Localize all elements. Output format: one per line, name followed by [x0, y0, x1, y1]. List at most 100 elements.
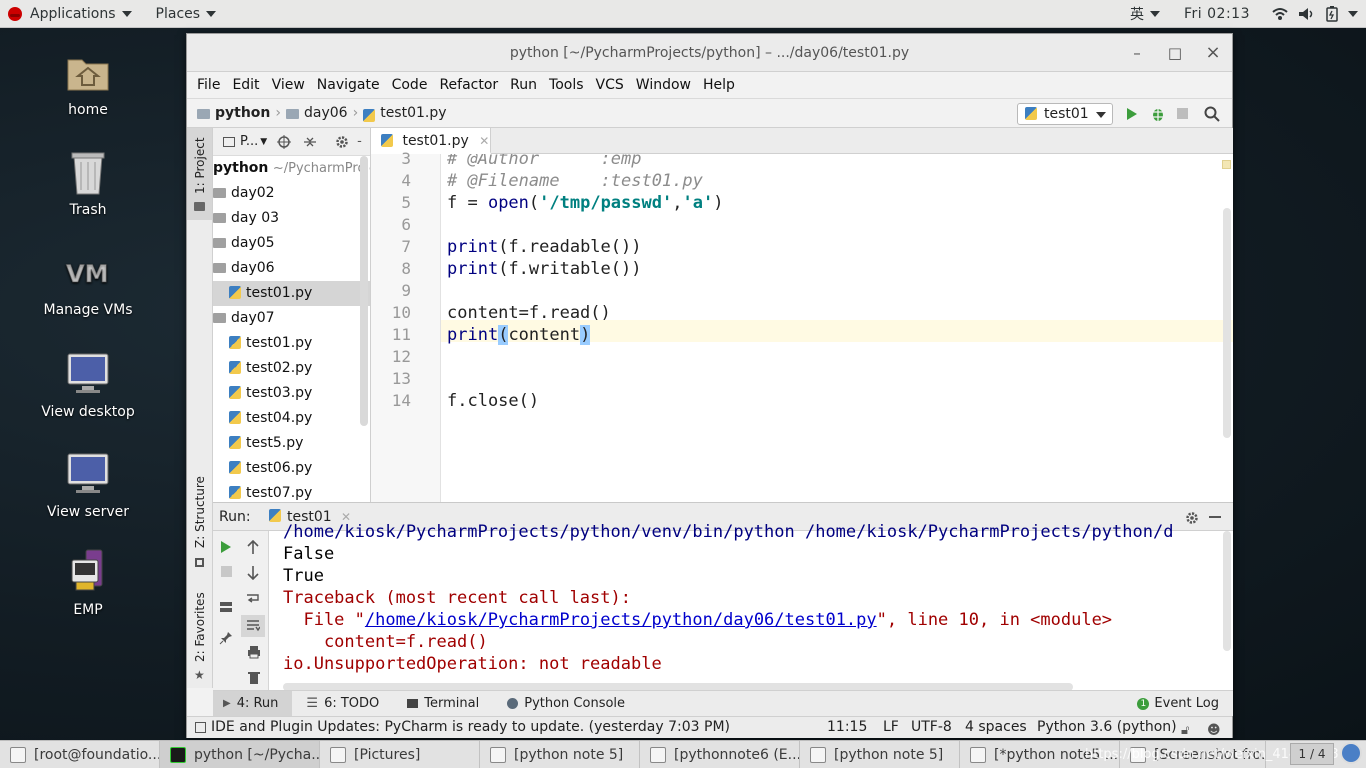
tree-folder[interactable]: day 03: [213, 206, 370, 231]
arrow-up-icon[interactable]: [247, 540, 259, 554]
tree-folder[interactable]: day06: [213, 256, 370, 281]
menu-window[interactable]: Window: [630, 77, 697, 93]
soft-wrap-icon[interactable]: [246, 593, 260, 605]
console-output[interactable]: /home/kiosk/PycharmProjects/python/venv/…: [283, 521, 1225, 681]
workspace-indicator[interactable]: 1 / 4: [1290, 743, 1334, 765]
places-menu[interactable]: Places: [148, 0, 225, 28]
system-status-area[interactable]: [1264, 0, 1366, 28]
inspection-indicator[interactable]: [1222, 160, 1231, 169]
caret-position[interactable]: 11:15: [827, 717, 867, 738]
scrollbar[interactable]: [1223, 208, 1231, 438]
desktop-icon-trash[interactable]: Trash: [28, 148, 148, 218]
tree-file[interactable]: test01.py: [213, 331, 370, 356]
tree-file[interactable]: test04.py: [213, 406, 370, 431]
project-tool-button[interactable]: 1: Project: [187, 128, 212, 220]
chevron-down-icon[interactable]: ▼: [260, 137, 267, 147]
code-line[interactable]: print(f.readable()): [447, 236, 641, 258]
project-view-select[interactable]: P...: [240, 134, 258, 149]
taskbar-item[interactable]: [Screenshot fro...: [1120, 741, 1266, 768]
desktop-icon-manage-vms[interactable]: VM Manage VMs: [28, 254, 148, 318]
taskbar-item[interactable]: [pythonnote6 (E...: [640, 741, 800, 768]
file-link[interactable]: /home/kiosk/PycharmProjects/python/day06…: [365, 610, 877, 630]
layout-icon[interactable]: [219, 601, 233, 613]
tree-folder[interactable]: day07: [213, 306, 370, 331]
indent-setting[interactable]: 4 spaces: [965, 717, 1027, 738]
print-icon[interactable]: [247, 645, 261, 659]
structure-tool-button[interactable]: Z: Structure: [187, 476, 212, 574]
line-separator[interactable]: LF: [883, 717, 899, 738]
taskbar-item[interactable]: [python note 5]: [480, 741, 640, 768]
menu-view[interactable]: View: [266, 77, 311, 93]
code-line[interactable]: # @Author :emp: [447, 154, 641, 170]
minimize-panel-icon[interactable]: [1209, 516, 1221, 518]
code-line[interactable]: print(f.writable()): [447, 258, 641, 280]
tab-python-console[interactable]: Python Console: [493, 691, 639, 717]
scroll-to-end-button[interactable]: [241, 615, 265, 637]
tree-file[interactable]: test02.py: [213, 356, 370, 381]
interpreter[interactable]: Python 3.6 (python): [1037, 717, 1177, 738]
inspector-icon[interactable]: ☻: [1207, 720, 1221, 741]
hide-icon[interactable]: -: [357, 134, 362, 149]
input-method-menu[interactable]: 英: [1122, 0, 1168, 28]
lock-icon[interactable]: 🔓︎: [1181, 720, 1189, 741]
code-line[interactable]: f = open('/tmp/passwd','a'): [447, 192, 723, 214]
tree-file[interactable]: test01.py: [213, 281, 370, 306]
tree-folder[interactable]: day02: [213, 181, 370, 206]
clock[interactable]: Fri 02:13: [1176, 0, 1258, 28]
scrollbar[interactable]: [360, 156, 368, 426]
taskbar-item[interactable]: [Pictures]: [320, 741, 480, 768]
tab-todo[interactable]: ☰ 6: TODO: [292, 691, 393, 717]
desktop-icon-emp[interactable]: EMP: [28, 548, 148, 618]
applications-menu[interactable]: Applications: [0, 0, 140, 28]
desktop-icon-view-server[interactable]: View server: [28, 450, 148, 520]
menu-tools[interactable]: Tools: [543, 77, 590, 93]
desktop-icon-home[interactable]: home: [28, 48, 148, 118]
taskbar-item[interactable]: python [~/Pycha...: [160, 741, 320, 768]
close-tab-icon[interactable]: ✕: [479, 134, 489, 148]
menu-navigate[interactable]: Navigate: [311, 77, 386, 93]
breadcrumb-file[interactable]: test01.py: [380, 105, 446, 121]
tree-file[interactable]: test03.py: [213, 381, 370, 406]
stop-icon[interactable]: [221, 566, 232, 577]
tree-folder[interactable]: day05: [213, 231, 370, 256]
tab-terminal[interactable]: Terminal: [393, 691, 493, 717]
gear-icon[interactable]: [335, 135, 349, 149]
file-encoding[interactable]: UTF-8: [911, 717, 952, 738]
taskbar-item[interactable]: [root@foundatio...: [0, 741, 160, 768]
status-message[interactable]: IDE and Plugin Updates: PyCharm is ready…: [211, 719, 730, 735]
menu-code[interactable]: Code: [386, 77, 434, 93]
run-configuration-select[interactable]: test01: [1017, 103, 1113, 125]
close-button[interactable]: ×: [1203, 34, 1223, 72]
minimize-button[interactable]: –: [1127, 34, 1147, 72]
tree-file[interactable]: test07.py: [213, 481, 370, 502]
notification-icon[interactable]: [1340, 742, 1362, 764]
pin-icon[interactable]: [219, 631, 233, 645]
code-area[interactable]: # @Author :emp # @Filename :test01.py f = …: [447, 154, 1219, 502]
taskbar-item[interactable]: [python note 5]: [800, 741, 960, 768]
code-line[interactable]: # @Filename :test01.py: [447, 170, 703, 192]
tab-run[interactable]: ▶ 4: Run: [213, 690, 293, 717]
breadcrumb-folder[interactable]: day06: [304, 105, 348, 121]
menu-help[interactable]: Help: [697, 77, 741, 93]
desktop-icon-view-desktop[interactable]: View desktop: [28, 350, 148, 420]
code-line[interactable]: f.close(): [447, 390, 539, 412]
target-icon[interactable]: [277, 134, 292, 149]
search-icon[interactable]: [1204, 106, 1220, 122]
rerun-icon[interactable]: [221, 541, 231, 553]
arrow-down-icon[interactable]: [247, 566, 259, 580]
scrollbar[interactable]: [1223, 531, 1231, 651]
tree-file[interactable]: test5.py: [213, 431, 370, 456]
code-line[interactable]: content=f.read(): [447, 302, 611, 324]
collapse-all-icon[interactable]: [303, 135, 317, 149]
code-line[interactable]: print(content): [447, 324, 591, 346]
project-root[interactable]: python ~/PycharmProjects/python: [213, 156, 370, 181]
trash-icon[interactable]: [248, 671, 260, 685]
breadcrumb-root[interactable]: python: [215, 105, 270, 121]
menu-file[interactable]: File: [191, 77, 226, 93]
tree-file[interactable]: test06.py: [213, 456, 370, 481]
maximize-button[interactable]: □: [1165, 34, 1185, 72]
taskbar-item[interactable]: [*python note5 ...: [960, 741, 1120, 768]
run-icon[interactable]: [1127, 108, 1137, 120]
status-toggle-icon[interactable]: [195, 722, 206, 733]
stop-icon[interactable]: [1177, 108, 1188, 119]
